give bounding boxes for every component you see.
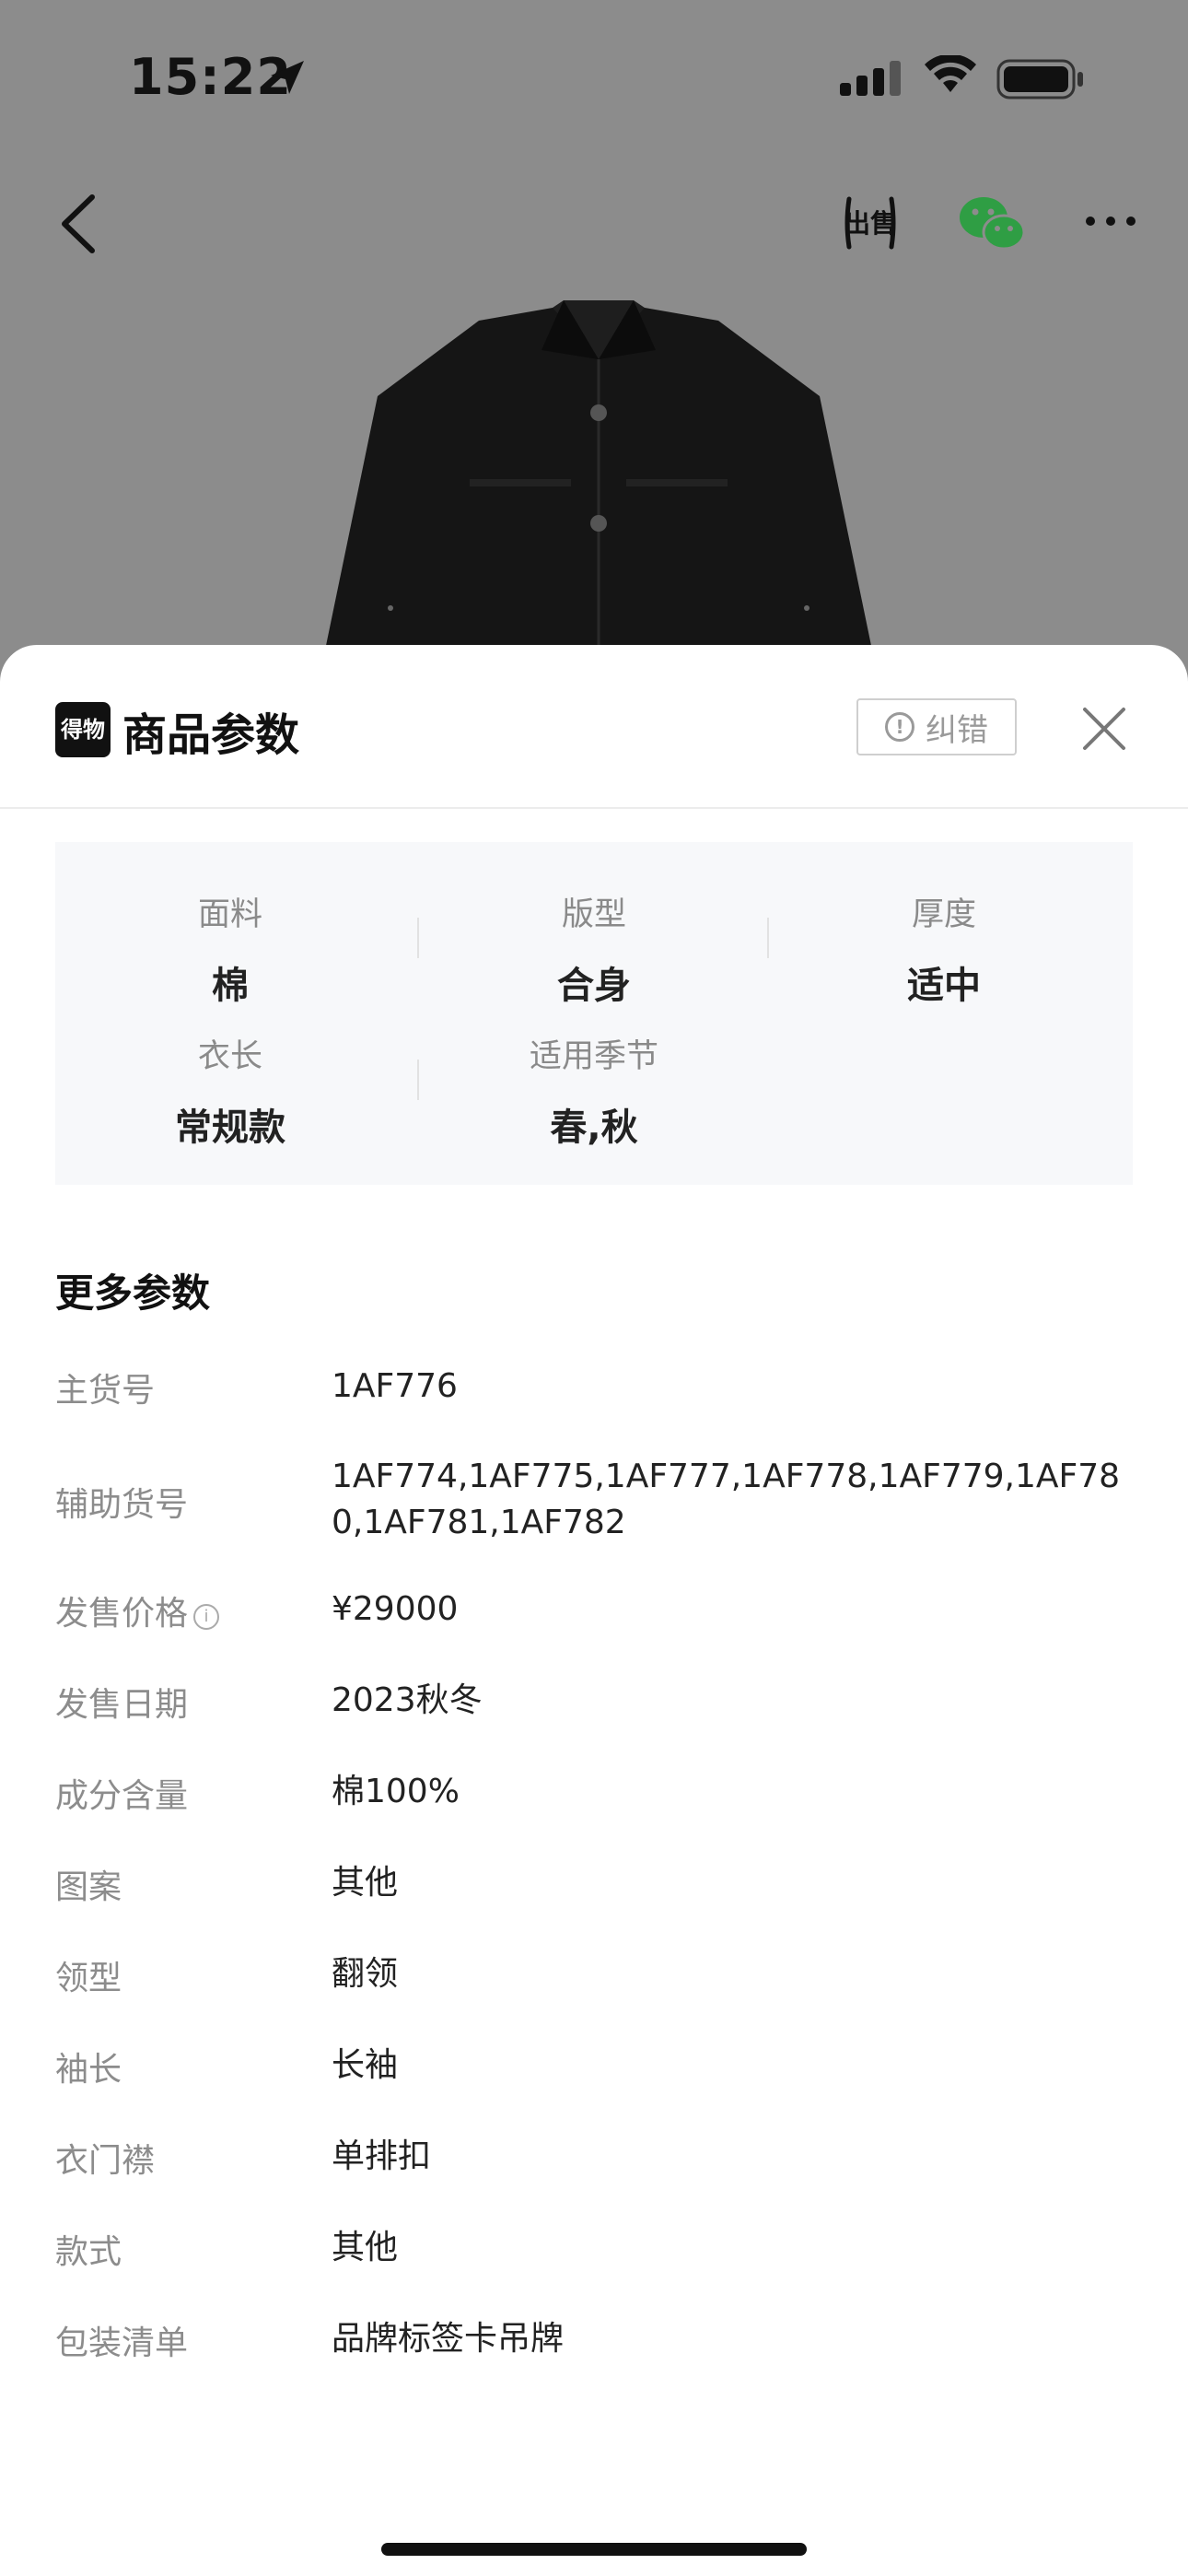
- correct-error-button[interactable]: ! 纠错: [856, 698, 1017, 755]
- param-label: 成分含量: [55, 1777, 189, 1815]
- sheet-title: 商品参数: [122, 709, 300, 761]
- summary-label: 面料: [197, 896, 262, 933]
- summary-cell-fit: 版型 合身: [419, 888, 769, 1009]
- alert-icon: !: [885, 712, 914, 742]
- more-icon[interactable]: [1083, 212, 1138, 230]
- sheet-header: 得物 商品参数 ! 纠错: [0, 645, 1188, 809]
- correct-error-label: 纠错: [926, 711, 988, 749]
- param-label: 图案: [55, 1868, 122, 1906]
- wifi-icon: [925, 55, 976, 92]
- summary-cell-length: 衣长 常规款: [55, 1030, 405, 1151]
- brand-logo: 得物: [55, 702, 111, 757]
- summary-label: 适用季节: [529, 1038, 658, 1075]
- sell-label: 出售: [844, 208, 896, 239]
- summary-value: 适中: [907, 965, 981, 1007]
- param-label: 发售日期: [55, 1686, 189, 1724]
- summary-cell-season: 适用季节 春,秋: [419, 1030, 769, 1151]
- screen: 15:22 出售 得物 商品参数 ! 纠错 面料 棉 版型 合身 厚度 适中 衣…: [0, 0, 1188, 2576]
- sell-icon[interactable]: 出售: [840, 190, 901, 256]
- back-icon[interactable]: [57, 192, 99, 256]
- summary-value: 春,秋: [550, 1107, 638, 1149]
- param-value: 单排扣: [332, 2137, 432, 2175]
- param-label-with-info: 发售价格 i: [55, 1587, 220, 1634]
- summary-value: 棉: [212, 965, 249, 1007]
- param-label: 领型: [55, 1960, 122, 1997]
- summary-label: 衣长: [197, 1038, 262, 1075]
- param-label: 衣门襟: [55, 2142, 156, 2180]
- param-value: 2023秋冬: [332, 1681, 483, 1719]
- param-value: 长袖: [332, 2046, 399, 2084]
- home-indicator[interactable]: [381, 2543, 807, 2556]
- wechat-icon[interactable]: [958, 193, 1028, 254]
- summary-cell-fabric: 面料 棉: [55, 888, 405, 1009]
- info-icon[interactable]: i: [193, 1604, 220, 1630]
- status-bar: 15:22: [0, 0, 1188, 157]
- summary-cell-thickness: 厚度 适中: [769, 888, 1119, 1009]
- param-label-text: 发售价格: [55, 1595, 189, 1633]
- param-value: 翻领: [332, 1955, 399, 1993]
- more-params-title: 更多参数: [55, 1270, 211, 1316]
- param-summary-grid: 面料 棉 版型 合身 厚度 适中 衣长 常规款 适用季节 春,秋: [55, 842, 1133, 1185]
- param-value: 1AF774,1AF775,1AF777,1AF778,1AF779,1AF78…: [332, 1458, 1121, 1541]
- summary-value: 常规款: [175, 1107, 285, 1149]
- location-arrow-icon: [271, 61, 304, 94]
- param-value: 品牌标签卡吊牌: [332, 2320, 565, 2358]
- param-value: ¥29000: [332, 1590, 459, 1628]
- product-image: [322, 300, 875, 663]
- param-label: 袖长: [55, 2051, 122, 2089]
- param-value: 其他: [332, 2229, 399, 2266]
- cellular-signal-icon: [840, 61, 901, 96]
- param-label: 包装清单: [55, 2324, 189, 2362]
- param-value: 其他: [332, 1864, 399, 1902]
- summary-label: 厚度: [911, 896, 976, 933]
- close-icon[interactable]: [1081, 706, 1127, 752]
- param-value: 1AF776: [332, 1367, 458, 1405]
- param-label: 款式: [55, 2233, 122, 2271]
- product-params-sheet: 得物 商品参数 ! 纠错 面料 棉 版型 合身 厚度 适中 衣长 常规款 适用季…: [0, 645, 1188, 2576]
- param-label: 主货号: [55, 1372, 156, 1410]
- param-value: 棉100%: [332, 1773, 460, 1810]
- summary-label: 版型: [561, 896, 626, 933]
- product-nav-bar: 出售: [0, 175, 1188, 276]
- battery-icon: [996, 59, 1083, 100]
- summary-value: 合身: [557, 965, 631, 1007]
- param-label: 辅助货号: [55, 1486, 189, 1524]
